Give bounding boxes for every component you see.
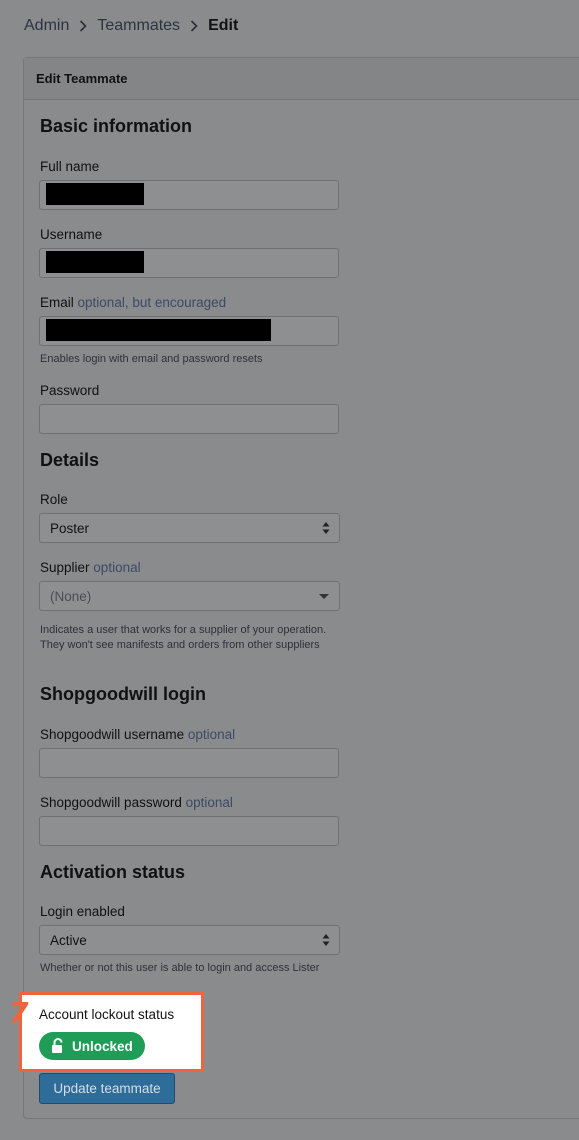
breadcrumb-current: Edit: [208, 17, 239, 34]
login-enabled-help-text: Whether or not this user is able to logi…: [40, 962, 320, 974]
supplier-select[interactable]: (None): [39, 581, 340, 611]
sgw-password-optional-text: optional: [185, 795, 233, 810]
login-enabled-value: Active: [50, 933, 87, 948]
updown-arrows-icon: [322, 522, 330, 534]
supplier-label: Supplier optional: [40, 560, 141, 575]
sgw-username-label: Shopgoodwill username optional: [40, 727, 235, 742]
login-enabled-select[interactable]: Active: [39, 925, 340, 955]
account-lockout-label: Account lockout status: [39, 1007, 175, 1022]
edit-teammate-card: Edit Teammate Basic information Full nam…: [23, 57, 579, 1119]
role-select-value: Poster: [50, 521, 90, 536]
email-help-text: Enables login with email and password re…: [40, 353, 263, 365]
lockout-highlight-box: Account lockout status Unlocked: [19, 992, 204, 1072]
sgw-username-optional-text: optional: [187, 727, 236, 742]
username-input[interactable]: [39, 248, 339, 278]
unlock-icon: [52, 1038, 63, 1053]
full-name-input[interactable]: [39, 180, 339, 210]
breadcrumb-admin[interactable]: Admin: [24, 17, 69, 35]
chevron-right-icon: [190, 20, 198, 32]
chevron-right-icon: [80, 20, 87, 32]
section-activation-status: Activation status: [40, 862, 186, 882]
full-name-label: Full name: [40, 159, 100, 174]
email-label: Email optional, but encouraged: [40, 295, 226, 310]
supplier-select-value: (None): [50, 589, 92, 604]
sgw-username-input[interactable]: [39, 748, 339, 778]
unlocked-badge-label: Unlocked: [72, 1038, 133, 1054]
sgw-password-label: Shopgoodwill password optional: [40, 795, 233, 810]
redaction-box: [46, 319, 271, 341]
sgw-password-label-text: Shopgoodwill password: [40, 795, 182, 810]
password-label: Password: [40, 383, 100, 398]
section-shopgoodwill-login: Shopgoodwill login: [40, 684, 206, 704]
password-input[interactable]: [39, 404, 339, 434]
annotation-marker: 7: [9, 996, 29, 1029]
updown-arrows-icon: [322, 934, 330, 946]
sgw-username-label-text: Shopgoodwill username: [40, 727, 185, 742]
redaction-box: [46, 251, 144, 273]
email-label-text: Email: [40, 295, 74, 310]
role-select[interactable]: Poster: [39, 513, 340, 543]
unlocked-badge[interactable]: Unlocked: [39, 1032, 145, 1060]
redaction-box: [46, 183, 144, 205]
breadcrumb: Admin Teammates Edit: [24, 17, 238, 35]
breadcrumb-teammates[interactable]: Teammates: [97, 17, 180, 35]
supplier-label-text: Supplier: [40, 560, 90, 575]
login-enabled-label: Login enabled: [40, 904, 125, 919]
email-input[interactable]: [39, 316, 339, 346]
supplier-optional-text: optional: [93, 560, 141, 575]
update-teammate-button[interactable]: Update teammate: [39, 1073, 175, 1104]
section-details: Details: [40, 450, 100, 470]
supplier-help-text: Indicates a user that works for a suppli…: [40, 624, 327, 651]
username-label: Username: [40, 227, 103, 242]
sgw-password-input[interactable]: [39, 816, 339, 846]
chevron-down-icon: [319, 594, 329, 599]
email-optional-text: optional, but encouraged: [77, 295, 227, 310]
card-title: Edit Teammate: [24, 58, 579, 100]
role-label: Role: [40, 492, 68, 507]
section-basic-information: Basic information: [40, 116, 193, 136]
